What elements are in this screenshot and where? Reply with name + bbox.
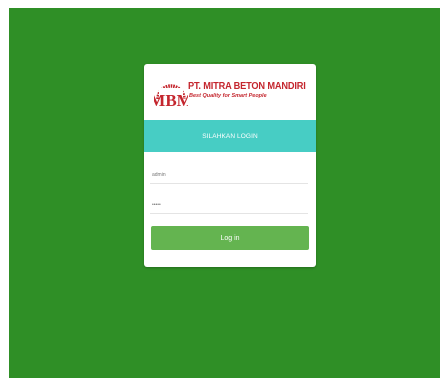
company-tagline: Best Quality for Smart People (189, 93, 267, 99)
page-background: MBM PT. MITRA BETON MANDIRI Best Quality… (9, 8, 440, 378)
login-heading: SILAHKAN LOGIN (202, 132, 258, 140)
login-card: MBM PT. MITRA BETON MANDIRI Best Quality… (144, 64, 316, 267)
login-button[interactable]: Log in (151, 226, 309, 250)
brand-header: MBM PT. MITRA BETON MANDIRI Best Quality… (154, 72, 309, 112)
company-name: PT. MITRA BETON MANDIRI (188, 80, 306, 92)
username-input[interactable] (150, 166, 308, 184)
logo-text: MBM (154, 91, 188, 110)
login-heading-banner: SILAHKAN LOGIN (144, 120, 316, 152)
password-input[interactable] (150, 196, 308, 214)
mbm-logo-icon: MBM (154, 84, 188, 110)
